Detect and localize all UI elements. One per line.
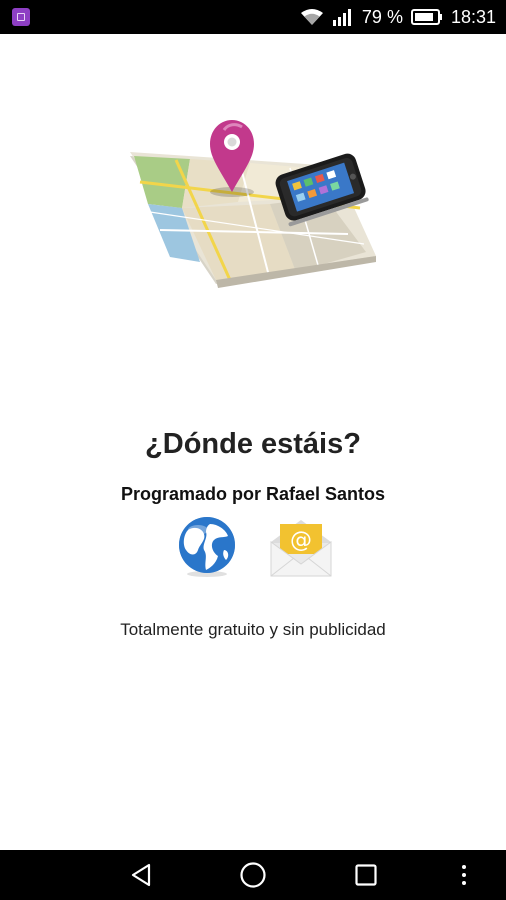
overflow-menu-button[interactable] [434,850,494,900]
status-right: 79 % 18:31 [300,7,496,28]
back-triangle-icon [131,863,151,887]
map-pin-phone-illustration [130,120,376,288]
navigation-bar [0,850,506,900]
app-content: ¿Dónde estáis? Programado por Rafael San… [0,34,506,850]
status-time: 18:31 [450,6,496,27]
overflow-menu-icon [462,865,466,885]
wifi-icon [300,9,323,25]
status-bar: 79 % 18:31 [0,0,506,34]
home-button[interactable] [223,850,283,900]
app-notification-icon [12,8,30,26]
svg-text:@: @ [290,528,312,553]
author-credit: Programado por Rafael Santos [120,484,386,504]
battery-percent: 79 % [361,6,403,27]
status-left [12,8,30,26]
back-button[interactable] [112,850,172,900]
globe-icon[interactable] [176,516,238,578]
home-circle-icon [240,862,266,888]
email-envelope-icon[interactable]: @ [268,518,334,578]
contact-links: @ [0,514,506,578]
battery-icon [410,9,442,25]
recents-button[interactable] [336,850,396,900]
tagline: Totalmente gratuito y sin publicidad [120,620,386,639]
app-title: ¿Dónde estáis? [145,428,361,460]
signal-icon [332,9,351,26]
recents-square-icon [355,864,377,886]
